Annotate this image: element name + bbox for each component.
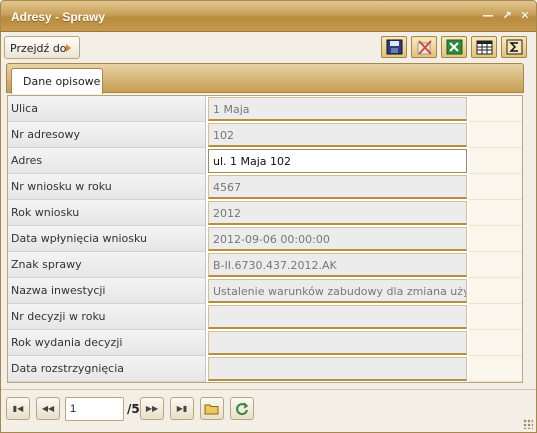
field-row: Data wpłynięcia wniosku 2012-09-06 00:00… (8, 226, 522, 252)
tab-bar: Dane opisowe (6, 63, 524, 94)
field-label: Nr adresowy (8, 122, 206, 148)
row-filler (469, 200, 522, 226)
page-total: /5 (127, 402, 140, 416)
play-arrow-icon (66, 44, 71, 52)
field-value[interactable]: 2012-09-06 00:00:00 (208, 227, 467, 251)
field-row: Rok wniosku 2012 (8, 200, 522, 226)
row-filler (469, 356, 522, 382)
field-value[interactable] (208, 357, 467, 381)
field-label: Rok wydania decyzji (8, 330, 206, 356)
field-label: Data wpłynięcia wniosku (8, 226, 206, 252)
goto-button[interactable]: Przejdź do (4, 36, 80, 59)
minimize-icon[interactable]: — (481, 9, 495, 23)
goto-label: Przejdź do (10, 42, 67, 55)
row-filler (469, 148, 522, 174)
field-value[interactable]: Ustalenie warunków zabudowy dla zmiana u… (208, 279, 467, 303)
row-filler (469, 278, 522, 304)
toolbar: Przejdź do (4, 36, 533, 60)
field-row: Adres ul. 1 Maja 102 (8, 148, 522, 174)
field-row: Data rozstrzygnięcia (8, 356, 522, 382)
field-label: Ulica (8, 96, 206, 122)
next-record-button[interactable]: ▶▶ (140, 397, 164, 420)
excel-export-icon (446, 39, 463, 55)
close-icon[interactable]: ✕ (518, 9, 532, 23)
tab-dane-opisowe[interactable]: Dane opisowe (11, 68, 103, 94)
field-value[interactable]: 1 Maja (208, 97, 467, 121)
last-record-button[interactable]: ▶▮ (170, 397, 194, 420)
field-row: Znak sprawy B-II.6730.437.2012.AK (8, 252, 522, 278)
resize-grip-icon[interactable] (523, 419, 533, 429)
folder-icon (204, 404, 219, 415)
title-bar[interactable]: Adresy - Sprawy — ↗ ✕ (1, 1, 536, 32)
page-number-input[interactable] (65, 397, 124, 421)
restore-icon[interactable]: ↗ (500, 9, 514, 23)
field-row: Rok wydania decyzji (8, 330, 522, 356)
row-filler (469, 96, 522, 122)
table-view-icon (476, 40, 493, 55)
tab-label: Dane opisowe (23, 75, 101, 88)
field-label: Adres (8, 148, 206, 174)
excel-export-button[interactable] (441, 36, 467, 58)
open-folder-button[interactable] (200, 397, 224, 420)
field-value[interactable]: B-II.6730.437.2012.AK (208, 253, 467, 277)
field-label: Rok wniosku (8, 200, 206, 226)
row-filler (469, 252, 522, 278)
field-value[interactable]: 4567 (208, 175, 467, 199)
previous-page-icon: ◀◀ (41, 404, 55, 413)
field-value[interactable]: 102 (208, 123, 467, 147)
row-filler (469, 304, 522, 330)
field-row: Nr wniosku w roku 4567 (8, 174, 522, 200)
field-row: Nr adresowy 102 (8, 122, 522, 148)
row-filler (469, 226, 522, 252)
field-row: Nr decyzji w roku (8, 304, 522, 330)
property-grid: Ulica 1 Maja Nr adresowy 102 Adres ul. 1… (7, 95, 523, 383)
cancel-edit-button[interactable] (411, 36, 437, 58)
field-label: Nr decyzji w roku (8, 304, 206, 330)
refresh-icon (236, 402, 249, 416)
refresh-button[interactable] (230, 397, 254, 420)
row-filler (469, 330, 522, 356)
save-button[interactable] (381, 36, 407, 58)
field-row: Ulica 1 Maja (8, 96, 522, 122)
save-icon (386, 39, 403, 55)
row-filler (469, 174, 522, 200)
divider (1, 389, 536, 390)
table-view-button[interactable] (471, 36, 497, 58)
sum-icon (506, 39, 523, 55)
field-value[interactable] (208, 305, 467, 329)
field-label: Nazwa inwestycji (8, 278, 206, 304)
field-label: Znak sprawy (8, 252, 206, 278)
field-label: Data rozstrzygnięcia (8, 356, 206, 382)
field-value[interactable] (208, 331, 467, 355)
first-page-icon: ▮◀ (12, 404, 24, 413)
sum-button[interactable] (501, 36, 527, 58)
field-value-active[interactable]: ul. 1 Maja 102 (208, 149, 467, 173)
last-page-icon: ▶▮ (176, 404, 188, 413)
previous-record-button[interactable]: ◀◀ (36, 397, 60, 420)
window: Adresy - Sprawy — ↗ ✕ Przejdź do Dane op… (0, 0, 537, 433)
row-filler (469, 122, 522, 148)
field-label: Nr wniosku w roku (8, 174, 206, 200)
field-row: Nazwa inwestycji Ustalenie warunków zabu… (8, 278, 522, 304)
cancel-edit-icon (417, 40, 432, 55)
window-title: Adresy - Sprawy (11, 10, 106, 24)
next-page-icon: ▶▶ (145, 404, 159, 413)
field-value[interactable]: 2012 (208, 201, 467, 225)
first-record-button[interactable]: ▮◀ (6, 397, 30, 420)
